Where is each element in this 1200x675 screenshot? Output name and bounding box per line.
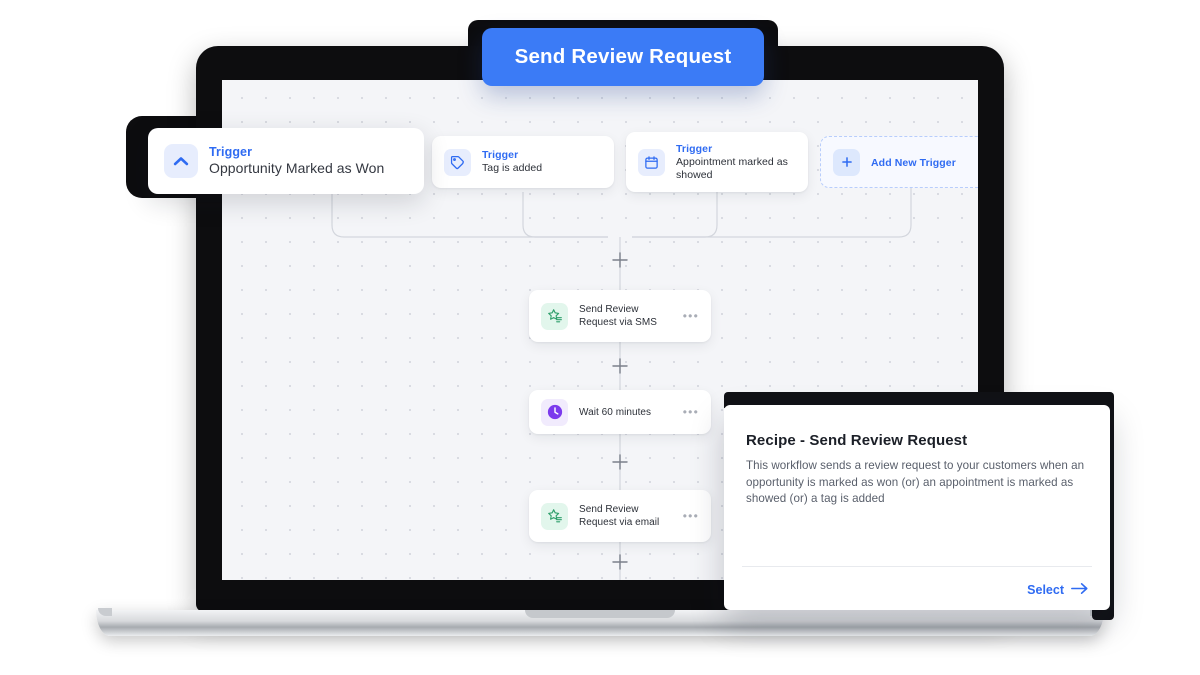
recipe-title: Recipe - Send Review Request bbox=[746, 432, 968, 449]
action-name: Send Review Request via email bbox=[579, 504, 660, 528]
action-card-text: Wait 60 minutes bbox=[579, 406, 651, 419]
laptop-base bbox=[96, 610, 1104, 636]
action-card-text: Send Review Request via SMS bbox=[579, 303, 675, 329]
action-overflow-menu-icon[interactable]: ••• bbox=[675, 406, 699, 418]
action-name: Wait 60 minutes bbox=[579, 406, 652, 418]
action-overflow-menu-icon[interactable]: ••• bbox=[675, 510, 699, 522]
action-card-text: Send Review Request via email bbox=[579, 503, 675, 529]
review-star-icon bbox=[541, 302, 568, 330]
tag-icon bbox=[444, 148, 471, 176]
trigger-card-tag-is-added[interactable]: Trigger Tag is added bbox=[432, 136, 614, 188]
featured-trigger-card[interactable]: Trigger Opportunity Marked as Won bbox=[148, 128, 424, 194]
chevron-up-icon bbox=[164, 144, 198, 178]
add-new-trigger-label: Add New Trigger bbox=[871, 157, 956, 169]
recipe-select-button[interactable]: Select bbox=[1027, 582, 1088, 598]
recipe-description: This workflow sends a review request to … bbox=[746, 459, 1085, 505]
recipe-panel: Recipe - Send Review Request This workfl… bbox=[724, 405, 1110, 610]
clock-icon bbox=[541, 398, 568, 426]
trigger-name: Appointment marked as showed bbox=[676, 155, 788, 181]
add-new-trigger-button[interactable]: Add New Trigger bbox=[820, 136, 978, 188]
trigger-card-text: Trigger Appointment marked as showed bbox=[676, 143, 796, 182]
trigger-card-text: Trigger Tag is added bbox=[482, 149, 542, 175]
trigger-kind-label: Trigger bbox=[482, 149, 519, 161]
featured-trigger-text: Trigger Opportunity Marked as Won bbox=[209, 144, 385, 177]
review-star-icon bbox=[541, 502, 568, 530]
add-new-trigger-text: Add New Trigger bbox=[871, 153, 956, 171]
action-name: Send Review Request via SMS bbox=[579, 304, 658, 328]
page-title-pill: Send Review Request bbox=[482, 28, 764, 86]
plus-icon bbox=[833, 148, 860, 176]
trigger-kind-label: Trigger bbox=[676, 142, 713, 155]
page-title: Send Review Request bbox=[514, 45, 732, 68]
recipe-select-label: Select bbox=[1027, 583, 1064, 597]
screenshot-root: Trigger Tag is added Trigger Appointment… bbox=[0, 0, 1200, 675]
arrow-right-icon bbox=[1071, 582, 1088, 598]
featured-trigger-kind-label: Trigger bbox=[209, 144, 253, 159]
action-card-send-review-sms[interactable]: Send Review Request via SMS ••• bbox=[529, 290, 711, 342]
action-card-send-review-email[interactable]: Send Review Request via email ••• bbox=[529, 490, 711, 542]
trigger-name: Tag is added bbox=[482, 162, 543, 174]
trigger-card-appointment-showed[interactable]: Trigger Appointment marked as showed bbox=[626, 132, 808, 192]
recipe-body: Recipe - Send Review Request This workfl… bbox=[724, 405, 1110, 508]
action-card-wait[interactable]: Wait 60 minutes ••• bbox=[529, 390, 711, 434]
featured-trigger-name: Opportunity Marked as Won bbox=[209, 159, 385, 176]
action-overflow-menu-icon[interactable]: ••• bbox=[675, 310, 699, 322]
calendar-icon bbox=[638, 148, 665, 176]
recipe-divider bbox=[742, 566, 1092, 567]
